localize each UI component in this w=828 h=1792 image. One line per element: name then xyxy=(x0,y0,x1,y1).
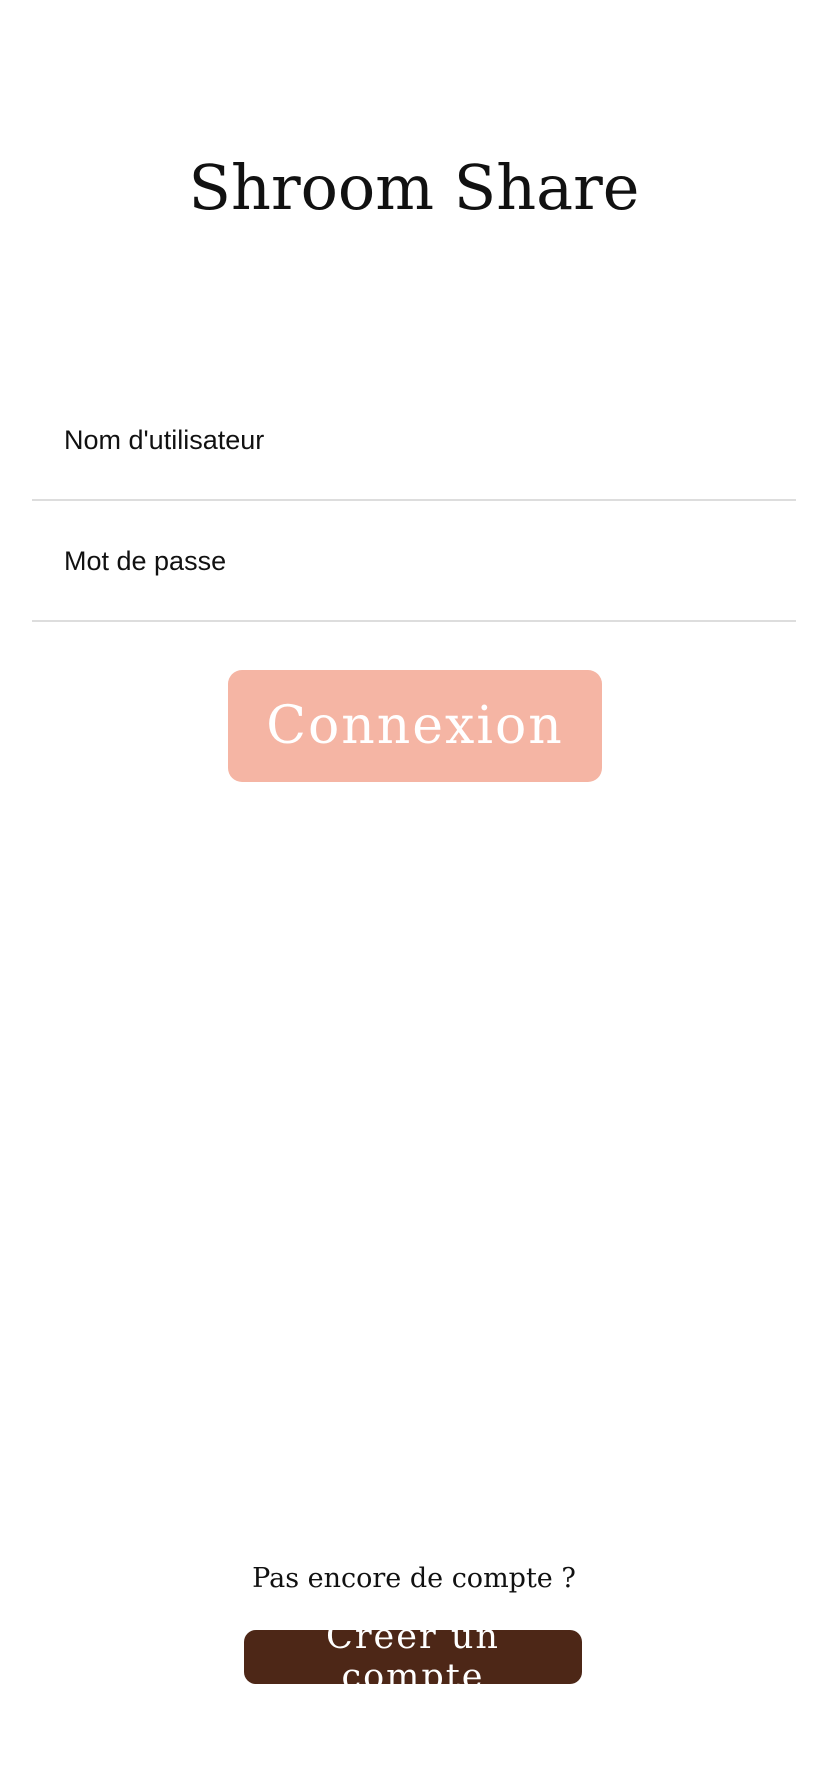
login-button[interactable]: Connexion xyxy=(228,670,602,782)
password-field xyxy=(32,501,796,622)
password-input[interactable] xyxy=(64,541,764,581)
create-account-button[interactable]: Créer un compte xyxy=(244,1617,582,1697)
no-account-prompt: Pas encore de compte ? xyxy=(252,1563,576,1594)
username-input[interactable] xyxy=(64,420,764,460)
app-title: Shroom Share xyxy=(188,151,640,224)
username-field xyxy=(32,380,796,501)
